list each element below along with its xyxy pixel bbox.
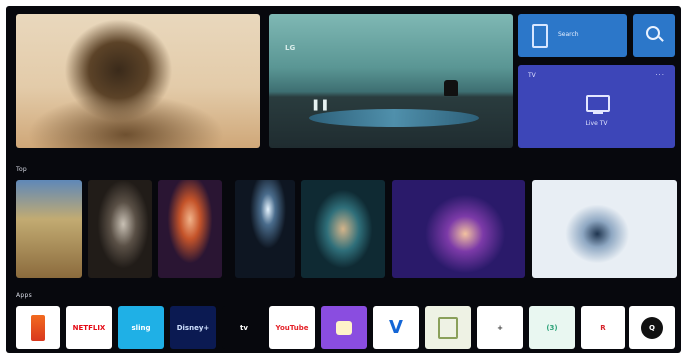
app-label: tv: [240, 323, 248, 332]
app-purple[interactable]: [321, 306, 367, 349]
app-disney-plus[interactable]: Disney+: [170, 306, 216, 349]
poster-tile[interactable]: [158, 180, 222, 278]
tv-icon: [586, 95, 610, 114]
pause-icon[interactable]: ❚❚: [311, 98, 329, 111]
app-label: YouTube: [275, 323, 309, 332]
app-channel[interactable]: (3): [529, 306, 575, 349]
app-label: +: [497, 323, 503, 332]
featured-scenery-tile[interactable]: LG ❚❚: [269, 14, 513, 148]
app-icon: [336, 320, 352, 335]
tv-tile-header: TV: [528, 72, 536, 79]
tv-tile-caption: Live TV: [585, 120, 608, 127]
app-label: sling: [131, 323, 151, 332]
app-vudu[interactable]: V: [373, 306, 419, 349]
app-apple-tv[interactable]: tv: [222, 306, 266, 349]
brand-label: LG: [285, 44, 296, 52]
search-button[interactable]: [633, 14, 675, 57]
more-options-icon[interactable]: ···: [655, 71, 665, 79]
featured-movie-tile[interactable]: [16, 14, 260, 148]
phone-icon: [532, 24, 548, 48]
app-livechannels[interactable]: [16, 306, 60, 349]
app-circle[interactable]: Q: [629, 306, 675, 349]
app-amc[interactable]: +: [477, 306, 523, 349]
app-netflix[interactable]: NETFLIX: [66, 306, 112, 349]
channels-icon: [31, 314, 45, 341]
poster-tile[interactable]: [16, 180, 82, 278]
live-tv-tile[interactable]: TV ··· Live TV: [518, 65, 675, 148]
home-screen: LG ❚❚ Search TV ··· Live TV Top Apps NET…: [6, 6, 681, 353]
people-silhouette: [444, 80, 458, 96]
app-label: Disney+: [176, 323, 210, 332]
poster-tile[interactable]: [235, 180, 295, 278]
poster-tile[interactable]: [301, 180, 385, 278]
poster-tile[interactable]: [88, 180, 152, 278]
lake-graphic: [309, 109, 479, 127]
app-label: Q: [649, 323, 655, 332]
apps-section-label: Apps: [16, 292, 33, 299]
poster-tile[interactable]: [392, 180, 525, 278]
poster-tile[interactable]: [532, 180, 677, 278]
gallery-icon: [438, 316, 458, 339]
search-tile[interactable]: Search: [518, 14, 627, 57]
app-rakuten[interactable]: R: [581, 306, 625, 349]
search-icon: [646, 26, 660, 40]
app-sling[interactable]: sling: [118, 306, 164, 349]
app-youtube[interactable]: YouTube: [269, 306, 315, 349]
app-label: (3): [546, 323, 558, 332]
app-label: R: [600, 323, 606, 332]
app-gallery[interactable]: [425, 306, 471, 349]
app-label: NETFLIX: [72, 323, 106, 332]
circle-icon: Q: [641, 316, 663, 339]
recommended-section-label: Top: [16, 166, 28, 173]
app-label: V: [389, 317, 403, 338]
search-tile-text: Search: [558, 31, 579, 38]
